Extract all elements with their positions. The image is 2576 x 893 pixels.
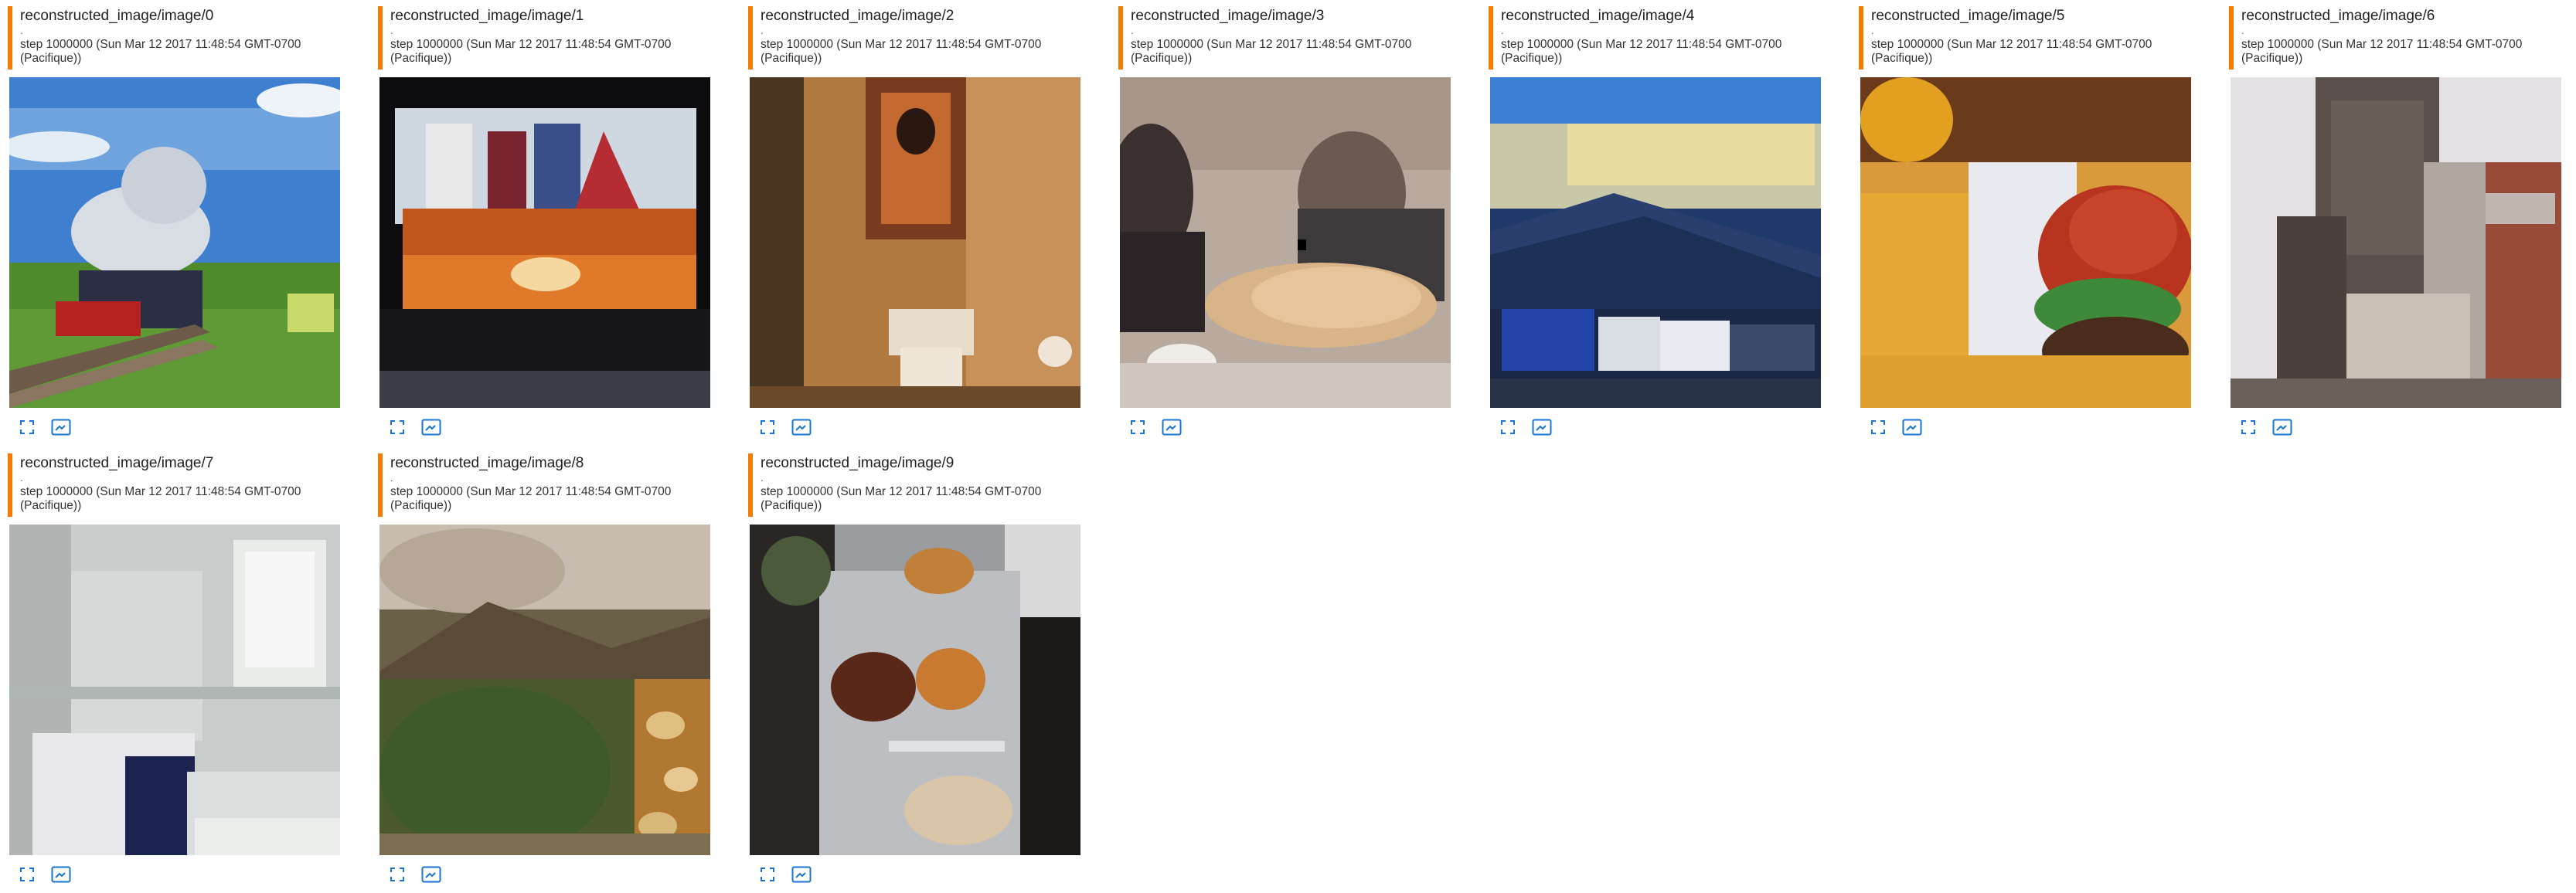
card-step-label: step 1000000 (Sun Mar 12 2017 11:48:54 G…: [2241, 38, 2523, 65]
card-dot: .: [761, 25, 764, 36]
actual-size-icon[interactable]: [1532, 417, 1552, 437]
card-step-label: step 1000000 (Sun Mar 12 2017 11:48:54 G…: [390, 38, 672, 65]
card-step-label: step 1000000 (Sun Mar 12 2017 11:48:54 G…: [761, 485, 1042, 512]
card-title: reconstructed_image/image/8: [390, 455, 584, 471]
card-header: reconstructed_image/image/1 . step 10000…: [378, 6, 710, 70]
card-header: reconstructed_image/image/6 . step 10000…: [2229, 6, 2561, 70]
image-card: reconstructed_image/image/1 . step 10000…: [370, 0, 710, 436]
fullscreen-icon[interactable]: [2238, 417, 2258, 437]
fullscreen-icon[interactable]: [1868, 417, 1888, 437]
fullscreen-icon[interactable]: [1128, 417, 1148, 437]
card-header: reconstructed_image/image/9 . step 10000…: [748, 453, 1080, 517]
fullscreen-icon[interactable]: [1498, 417, 1518, 437]
card-title: reconstructed_image/image/2: [761, 8, 955, 24]
fullscreen-icon[interactable]: [387, 864, 407, 885]
card-dot: .: [1131, 25, 1134, 36]
card-dot: .: [1501, 25, 1504, 36]
actual-size-icon[interactable]: [421, 417, 441, 437]
card-title: reconstructed_image/image/5: [1871, 8, 2065, 24]
reconstructed-image[interactable]: [750, 525, 1080, 855]
image-controls: [2238, 417, 2292, 437]
card-header: reconstructed_image/image/3 . step 10000…: [1118, 6, 1451, 70]
card-dot: .: [2241, 25, 2244, 36]
actual-size-icon[interactable]: [1162, 417, 1182, 437]
reconstructed-image[interactable]: [1490, 77, 1821, 408]
reconstructed-image[interactable]: [1120, 77, 1451, 408]
image-controls: [17, 864, 71, 885]
image-controls: [1498, 417, 1552, 437]
image-card: reconstructed_image/image/5 . step 10000…: [1851, 0, 2191, 436]
image-controls: [757, 864, 812, 885]
reconstructed-image[interactable]: [379, 77, 710, 408]
image-card: reconstructed_image/image/6 . step 10000…: [2221, 0, 2561, 436]
card-step-label: step 1000000 (Sun Mar 12 2017 11:48:54 G…: [390, 485, 672, 512]
fullscreen-icon[interactable]: [757, 864, 778, 885]
image-controls: [757, 417, 812, 437]
card-title: reconstructed_image/image/7: [20, 455, 214, 471]
card-step-label: step 1000000 (Sun Mar 12 2017 11:48:54 G…: [20, 485, 301, 512]
image-card: reconstructed_image/image/8 . step 10000…: [370, 447, 710, 884]
image-controls: [1868, 417, 1922, 437]
card-title: reconstructed_image/image/0: [20, 8, 214, 24]
image-card: reconstructed_image/image/2 . step 10000…: [740, 0, 1080, 436]
reconstructed-image[interactable]: [9, 77, 340, 408]
card-header: reconstructed_image/image/7 . step 10000…: [8, 453, 340, 517]
card-title: reconstructed_image/image/9: [761, 455, 955, 471]
card-header: reconstructed_image/image/5 . step 10000…: [1859, 6, 2191, 70]
card-dot: .: [20, 25, 23, 36]
image-card: reconstructed_image/image/3 . step 10000…: [1111, 0, 1451, 436]
actual-size-icon[interactable]: [51, 864, 71, 885]
fullscreen-icon[interactable]: [757, 417, 778, 437]
card-dot: .: [1871, 25, 1874, 36]
actual-size-icon[interactable]: [791, 864, 812, 885]
image-controls: [1128, 417, 1182, 437]
card-dot: .: [390, 472, 393, 484]
fullscreen-icon[interactable]: [17, 864, 37, 885]
actual-size-icon[interactable]: [791, 417, 812, 437]
card-header: reconstructed_image/image/4 . step 10000…: [1489, 6, 1821, 70]
card-step-label: step 1000000 (Sun Mar 12 2017 11:48:54 G…: [1501, 38, 1782, 65]
reconstructed-image[interactable]: [1860, 77, 2191, 408]
reconstructed-image[interactable]: [2231, 77, 2561, 408]
card-step-label: step 1000000 (Sun Mar 12 2017 11:48:54 G…: [1871, 38, 2152, 65]
image-controls: [17, 417, 71, 437]
card-header: reconstructed_image/image/0 . step 10000…: [8, 6, 340, 70]
fullscreen-icon[interactable]: [387, 417, 407, 437]
actual-size-icon[interactable]: [1902, 417, 1922, 437]
image-card: reconstructed_image/image/7 . step 10000…: [0, 447, 340, 884]
card-title: reconstructed_image/image/4: [1501, 8, 1695, 24]
card-step-label: step 1000000 (Sun Mar 12 2017 11:48:54 G…: [20, 38, 301, 65]
actual-size-icon[interactable]: [421, 864, 441, 885]
actual-size-icon[interactable]: [51, 417, 71, 437]
card-title: reconstructed_image/image/3: [1131, 8, 1325, 24]
card-dot: .: [20, 472, 23, 484]
reconstructed-image[interactable]: [9, 525, 340, 855]
fullscreen-icon[interactable]: [17, 417, 37, 437]
card-header: reconstructed_image/image/2 . step 10000…: [748, 6, 1080, 70]
card-dot: .: [390, 25, 393, 36]
actual-size-icon[interactable]: [2272, 417, 2292, 437]
image-card: reconstructed_image/image/0 . step 10000…: [0, 0, 340, 436]
image-grid: reconstructed_image/image/0 . step 10000…: [0, 0, 2576, 893]
reconstructed-image[interactable]: [750, 77, 1080, 408]
card-dot: .: [761, 472, 764, 484]
card-header: reconstructed_image/image/8 . step 10000…: [378, 453, 710, 517]
image-controls: [387, 417, 441, 437]
card-title: reconstructed_image/image/1: [390, 8, 584, 24]
card-step-label: step 1000000 (Sun Mar 12 2017 11:48:54 G…: [761, 38, 1042, 65]
image-card: reconstructed_image/image/4 . step 10000…: [1481, 0, 1821, 436]
reconstructed-image[interactable]: [379, 525, 710, 855]
image-card: reconstructed_image/image/9 . step 10000…: [740, 447, 1080, 884]
card-title: reconstructed_image/image/6: [2241, 8, 2435, 24]
card-step-label: step 1000000 (Sun Mar 12 2017 11:48:54 G…: [1131, 38, 1412, 65]
image-controls: [387, 864, 441, 885]
